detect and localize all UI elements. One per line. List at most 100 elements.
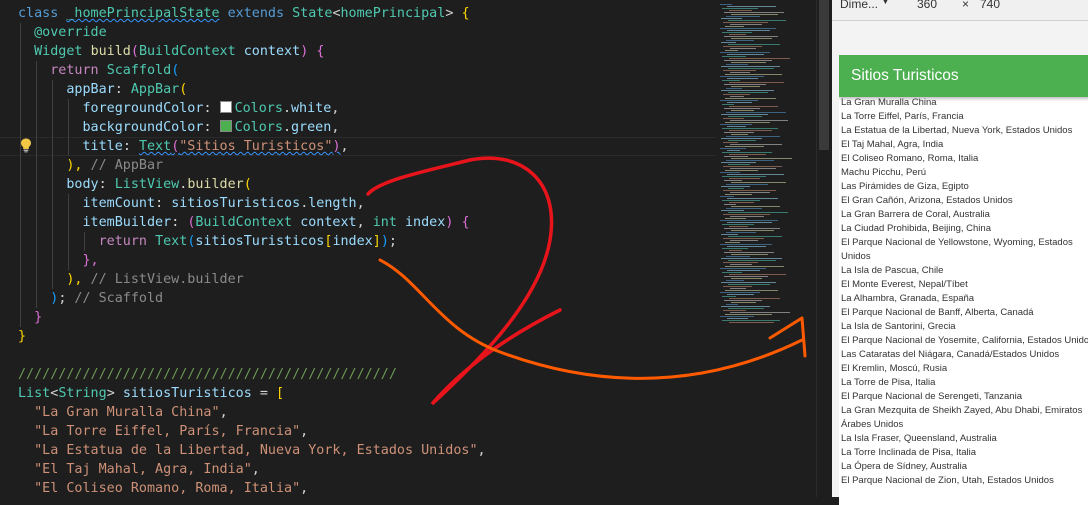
minimap-line	[727, 126, 746, 127]
list-item: El Parque Nacional de Yellowstone, Wyomi…	[841, 237, 1073, 262]
minimap-line	[727, 30, 770, 31]
minimap-line	[721, 18, 742, 19]
list-item: El Coliseo Romano, Roma, Italia	[841, 153, 979, 164]
minimap-line	[720, 220, 778, 221]
code-line[interactable]: return Text(sitiosTuristicos[index]);	[18, 232, 397, 251]
code-line[interactable]: "La Estatua de la Libertad, Nueva York, …	[18, 441, 485, 460]
code-token: (	[130, 44, 139, 59]
list-item: La Alhambra, Granada, España	[841, 293, 975, 304]
code-line[interactable]: ), // AppBar	[18, 156, 163, 175]
code-line[interactable]: }	[18, 308, 42, 327]
code-token: {	[461, 215, 470, 230]
list-item: Machu Picchu, Perú	[841, 167, 927, 178]
code-token: sitiosTuristicos	[195, 234, 325, 249]
minimap-line	[723, 94, 750, 95]
code-token: ////////////////////////////////////////…	[18, 367, 397, 382]
minimap-line	[730, 72, 750, 73]
code-line[interactable]: "La Gran Muralla China",	[18, 403, 228, 422]
code-line[interactable]: Widget build(BuildContext context) {	[18, 42, 324, 61]
minimap-line	[726, 184, 768, 185]
code-token: ,	[356, 215, 373, 230]
code-token: .	[282, 120, 291, 135]
code-line[interactable]: class _homePrincipalState extends State<…	[18, 4, 470, 23]
code-token: (	[243, 177, 252, 192]
minimap-line	[728, 284, 770, 285]
code-line[interactable]: "El Taj Mahal, Agra, India",	[18, 460, 260, 479]
code-line[interactable]: title: Text("Sitios Turisticos"),	[18, 137, 349, 156]
minimap-line	[723, 118, 744, 119]
code-line[interactable]: "La Torre Eiffel, París, Francia",	[18, 422, 308, 441]
minimap-line	[730, 24, 762, 25]
code-token: BuildContext	[195, 215, 293, 230]
minimap-line	[722, 32, 752, 33]
code-line[interactable]: return Scaffold(	[18, 61, 179, 80]
dimensions-dropdown[interactable]: Dime...	[840, 0, 878, 11]
code-token: white	[291, 101, 332, 116]
minimap-line	[724, 252, 774, 253]
code-token: class	[18, 6, 67, 21]
code-token: ,	[340, 139, 349, 154]
lightbulb-icon[interactable]	[18, 137, 34, 153]
code-token: "El Taj Mahal, Agra, India"	[34, 462, 252, 477]
minimap-line	[721, 114, 768, 115]
minimap-line	[724, 276, 768, 277]
minimap-line	[727, 6, 776, 7]
code-token: backgroundColor	[82, 120, 204, 135]
color-swatch-icon[interactable]	[219, 101, 232, 113]
minimap-line	[725, 50, 738, 51]
chevron-down-icon[interactable]: ▼	[880, 0, 891, 7]
minimap-line	[731, 254, 768, 255]
code-token: index	[332, 234, 373, 249]
code-line[interactable]: itemBuilder: (BuildContext context, int …	[18, 213, 470, 232]
minimap-line	[725, 218, 746, 219]
minimap-line	[721, 210, 744, 211]
minimap-line	[730, 240, 758, 241]
code-line[interactable]: }	[18, 327, 26, 346]
code-editor[interactable]: class _homePrincipalState extends State<…	[0, 0, 716, 497]
code-line[interactable]: foregroundColor: Colors.white,	[18, 99, 339, 118]
code-token: },	[82, 253, 99, 268]
code-line[interactable]: body: ListView.builder(	[18, 175, 252, 194]
app-bar: Sitios Turisticos	[839, 55, 1088, 97]
code-line[interactable]: @override	[18, 23, 107, 42]
minimap-line	[731, 206, 780, 207]
code-token: itemCount	[82, 196, 156, 211]
minimap-line	[724, 204, 736, 205]
list-item: La Torre Inclinada de Pisa, Italia	[841, 447, 977, 458]
code-line[interactable]: },	[18, 251, 99, 270]
minimap-line	[726, 64, 748, 65]
code-line[interactable]: List<String> sitiosTuristicos = [	[18, 384, 284, 403]
code-line[interactable]: appBar: AppBar(	[18, 80, 187, 99]
minimap-line	[726, 208, 762, 209]
code-line[interactable]: ), // ListView.builder	[18, 270, 243, 289]
scrollbar-thumb[interactable]	[819, 0, 829, 150]
code-token: ]	[372, 234, 381, 249]
sites-list-view[interactable]: La Gran Muralla China La Torre Eiffel, Pa…	[841, 96, 1088, 488]
minimap-line	[723, 46, 762, 47]
code-line[interactable]: backgroundColor: Colors.green,	[18, 118, 339, 137]
minimap-line	[722, 8, 758, 9]
minimap-line	[725, 314, 772, 315]
minimap-line	[728, 116, 762, 117]
minimap-line	[729, 178, 760, 179]
editor-scrollbar[interactable]	[816, 0, 833, 497]
minimap[interactable]	[716, 0, 816, 497]
code-token: context	[243, 44, 301, 59]
minimap-line	[728, 164, 750, 165]
minimap-line	[723, 190, 776, 191]
minimap-line	[720, 316, 754, 317]
code-line[interactable]: ); // Scaffold	[18, 289, 163, 308]
code-token: :	[203, 120, 220, 135]
code-line[interactable]: itemCount: sitiosTuristicos.length,	[18, 194, 365, 213]
minimap-line	[731, 302, 756, 303]
code-line[interactable]: ////////////////////////////////////////…	[18, 365, 397, 384]
color-swatch-icon[interactable]	[219, 120, 232, 132]
code-token: ,	[251, 462, 260, 477]
device-height-field[interactable]: 740	[980, 0, 1000, 11]
code-token: length	[308, 196, 357, 211]
code-line[interactable]: "El Coliseo Romano, Roma, Italia",	[18, 479, 308, 497]
code-token: )	[380, 234, 389, 249]
device-width-field[interactable]: 360	[917, 0, 937, 11]
